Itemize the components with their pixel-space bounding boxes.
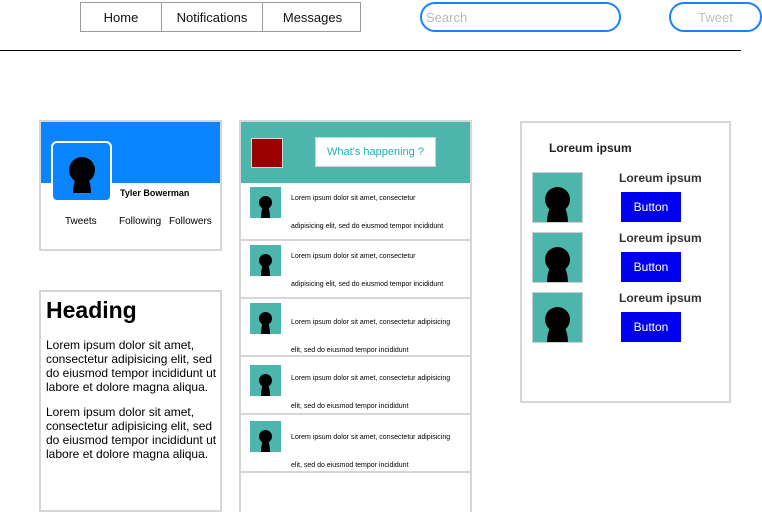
suggestion-follow-button[interactable]: Button xyxy=(621,312,681,342)
suggestion-name: Loreum ipsum xyxy=(619,291,702,305)
tweet-button[interactable]: Tweet xyxy=(669,2,762,32)
card-heading: Heading xyxy=(46,297,137,323)
following-stat[interactable]: Following xyxy=(119,216,161,227)
suggestion-follow-button[interactable]: Button xyxy=(621,252,681,282)
feed-item[interactable]: Lorem ipsum dolor sit amet, consectetur … xyxy=(241,357,470,415)
nav-messages[interactable]: Messages xyxy=(263,3,362,31)
feed-text-line: Lorem ipsum dolor sit amet, consectetur … xyxy=(291,375,451,382)
feed-text-line: adipisicing elit, sed do eiusmod tempor … xyxy=(291,223,444,230)
feed-text-line: elit, sed do eiusmod tempor incididunt xyxy=(291,462,409,469)
nav-notifications[interactable]: Notifications xyxy=(162,3,263,31)
suggestion-name: Loreum ipsum xyxy=(619,171,702,185)
feed-header: What's happening ? xyxy=(241,122,470,183)
feed-text-line: Lorem ipsum dolor sit amet, consectetur xyxy=(291,253,416,260)
profile-name: Tyler Bowerman xyxy=(120,188,190,198)
feed-item[interactable]: Lorem ipsum dolor sit amet, consectetur … xyxy=(241,183,470,241)
feed-avatar xyxy=(250,365,281,396)
suggestions-title: Loreum ipsum xyxy=(549,141,632,155)
feed-avatar xyxy=(250,245,281,276)
suggestion-avatar[interactable] xyxy=(532,172,583,223)
compose-input[interactable]: What's happening ? xyxy=(315,137,436,167)
nav-home[interactable]: Home xyxy=(81,3,162,31)
feed-text-line: adipisicing elit, sed do eiusmod tempor … xyxy=(291,281,444,288)
text-card: Heading Lorem ipsum dolor sit amet, cons… xyxy=(39,290,222,512)
suggestion-avatar[interactable] xyxy=(532,232,583,283)
profile-avatar[interactable] xyxy=(51,141,112,202)
card-paragraph: Lorem ipsum dolor sit amet, consectetur … xyxy=(46,338,217,394)
feed-avatar xyxy=(250,187,281,218)
feed-item[interactable]: Lorem ipsum dolor sit amet, consectetur … xyxy=(241,415,470,473)
suggestions-panel: Loreum ipsum Loreum ipsum Button Loreum … xyxy=(520,121,731,403)
feed-text-line: Lorem ipsum dolor sit amet, consectetur xyxy=(291,195,416,202)
feed-item[interactable]: Lorem ipsum dolor sit amet, consectetur … xyxy=(241,241,470,299)
feed-avatar xyxy=(250,421,281,452)
suggestion-name: Loreum ipsum xyxy=(619,231,702,245)
header-divider xyxy=(0,50,741,51)
feed-panel: What's happening ? Lorem ipsum dolor sit… xyxy=(239,120,472,512)
tweets-stat[interactable]: Tweets xyxy=(65,216,97,227)
search-input[interactable] xyxy=(420,2,621,32)
profile-card: Tyler Bowerman Tweets Following Follower… xyxy=(39,120,222,251)
feed-text-line: Lorem ipsum dolor sit amet, consectetur … xyxy=(291,434,451,441)
feed-text-line: Lorem ipsum dolor sit amet, consectetur … xyxy=(291,319,451,326)
card-paragraph: Lorem ipsum dolor sit amet, consectetur … xyxy=(46,405,217,461)
feed-item[interactable]: Lorem ipsum dolor sit amet, consectetur … xyxy=(241,299,470,357)
suggestion-follow-button[interactable]: Button xyxy=(621,192,681,222)
top-nav: Home Notifications Messages xyxy=(80,2,361,32)
suggestion-avatar[interactable] xyxy=(532,292,583,343)
feed-avatar xyxy=(250,303,281,334)
followers-stat[interactable]: Followers xyxy=(169,216,212,227)
compose-avatar xyxy=(251,138,283,168)
